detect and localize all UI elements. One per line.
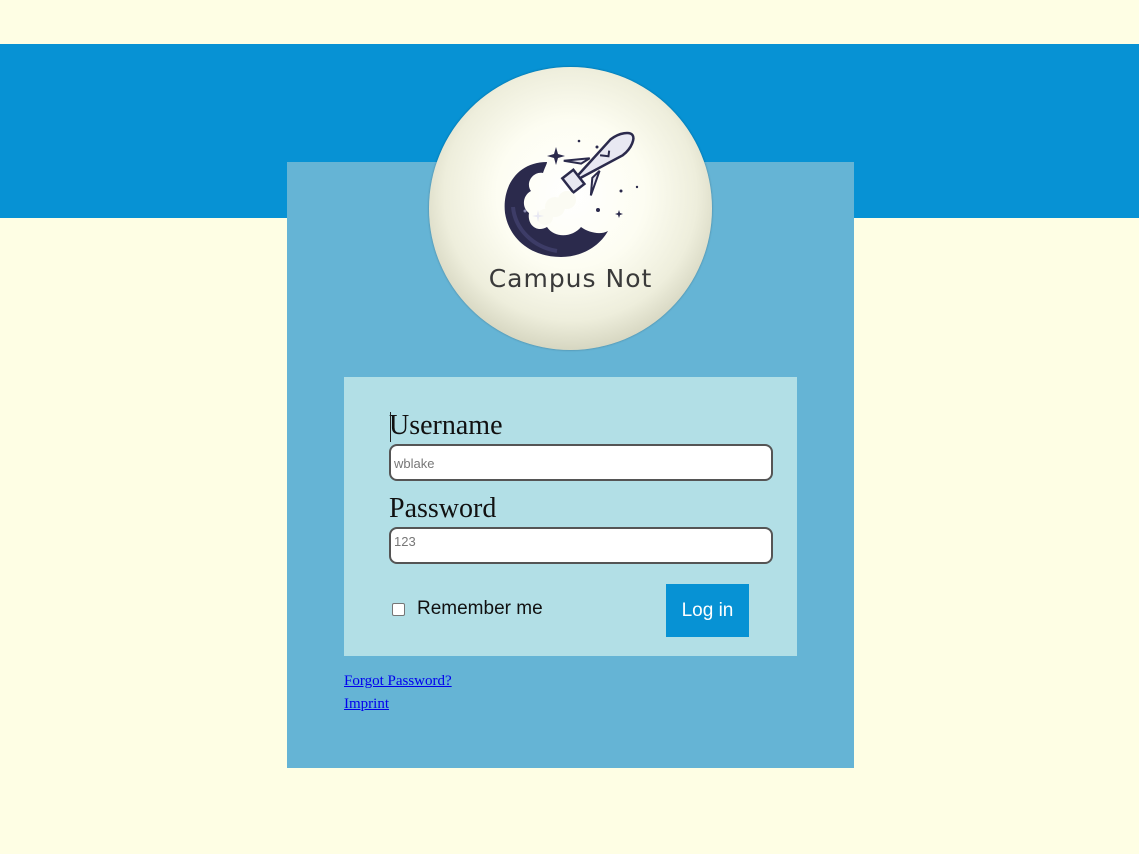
rocket-moon-icon [504, 131, 639, 257]
logo: Campus Not [429, 67, 712, 350]
remember-me-label[interactable]: Remember me [417, 598, 543, 620]
username-label: Username [389, 410, 503, 441]
remember-me-checkbox[interactable] [392, 602, 405, 616]
login-button[interactable]: Log in [666, 584, 749, 637]
password-input[interactable]: 123 [389, 527, 773, 564]
imprint-link[interactable]: Imprint [344, 696, 389, 713]
forgot-password-link[interactable]: Forgot Password? [344, 673, 452, 690]
username-input[interactable]: wblake [389, 444, 773, 481]
password-label: Password [389, 493, 497, 524]
text-caret [390, 412, 391, 442]
remember-me-row: Remember me [392, 598, 543, 620]
logo-text: Campus Not [488, 264, 653, 293]
